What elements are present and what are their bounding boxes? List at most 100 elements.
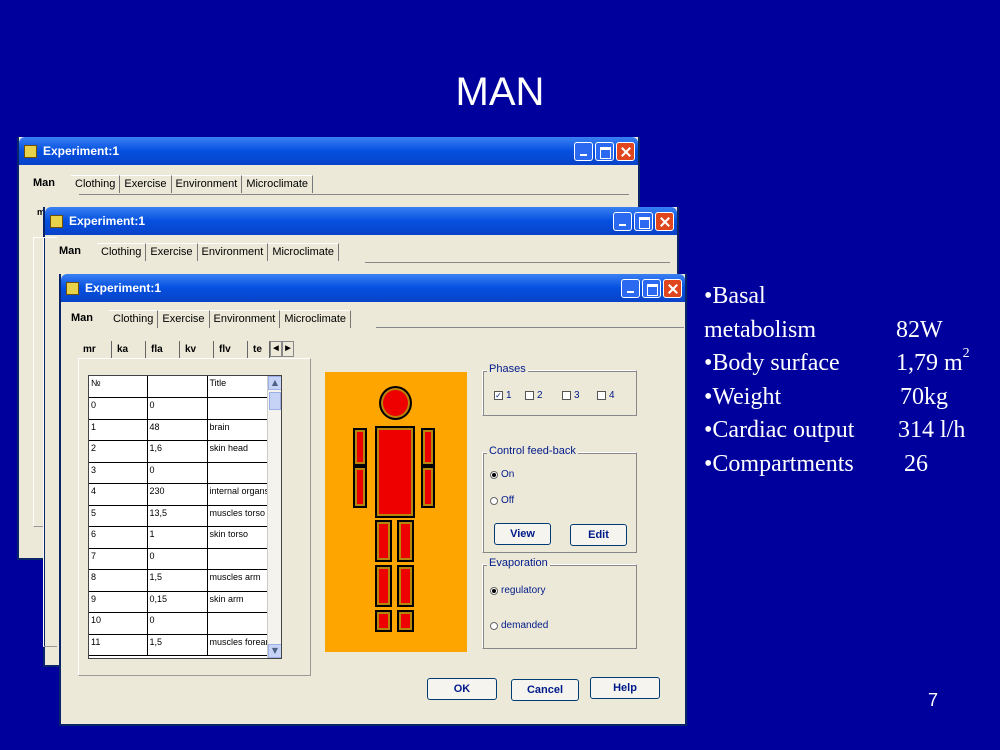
grid-header-cell[interactable]: Title: [207, 376, 268, 398]
phase-3-checkbox[interactable]: 3: [562, 390, 580, 401]
grid-cell[interactable]: 1: [147, 526, 208, 549]
body-part-head[interactable]: [379, 386, 412, 420]
body-part-right-thigh[interactable]: [397, 520, 414, 562]
body-part-left-thigh[interactable]: [375, 520, 392, 562]
grid-cell[interactable]: 13,5: [147, 505, 208, 527]
ok-button[interactable]: OK: [427, 678, 497, 700]
grid-cell[interactable]: 1,5: [147, 634, 208, 656]
grid-cell[interactable]: 0: [89, 397, 148, 420]
subtab-mr[interactable]: mr: [78, 341, 112, 358]
close-icon[interactable]: [616, 142, 635, 161]
evaporation-regulatory-radio[interactable]: regulatory: [490, 585, 545, 596]
title-bar[interactable]: Experiment:1: [61, 274, 685, 302]
subtab-flv[interactable]: flv: [214, 341, 248, 358]
grid-cell[interactable]: 1,5: [147, 569, 208, 592]
grid-cell[interactable]: muscles arm: [207, 569, 268, 592]
subtab-kv[interactable]: kv: [180, 341, 214, 358]
close-icon[interactable]: [663, 279, 682, 298]
tab-exercise[interactable]: Exercise: [158, 310, 210, 328]
tab-clothing[interactable]: Clothing: [97, 243, 147, 261]
scroll-down-icon[interactable]: ▼: [268, 644, 281, 658]
body-part-left-upper-arm[interactable]: [353, 428, 367, 466]
grid-cell[interactable]: muscles torso: [207, 505, 268, 527]
table-row[interactable]: 9 0,15 skin arm: [89, 591, 268, 613]
tab-scroll-left-icon[interactable]: ◀: [270, 341, 282, 357]
body-part-left-foot[interactable]: [375, 610, 392, 632]
grid-cell[interactable]: 9: [89, 591, 148, 613]
grid-cell[interactable]: 0: [147, 548, 208, 570]
grid-cell[interactable]: skin arm: [207, 591, 268, 613]
table-row[interactable]: 00: [89, 397, 268, 420]
grid-cell[interactable]: 230: [147, 483, 208, 506]
grid-cell[interactable]: 48: [147, 419, 208, 441]
body-part-right-upper-arm[interactable]: [421, 428, 435, 466]
cancel-button[interactable]: Cancel: [511, 679, 579, 701]
phase-2-checkbox[interactable]: 2: [525, 390, 543, 401]
grid-cell[interactable]: [207, 612, 268, 635]
feedback-off-radio[interactable]: Off: [490, 495, 514, 506]
tab-man[interactable]: Man: [27, 175, 71, 193]
tab-clothing[interactable]: Clothing: [109, 310, 159, 328]
evaporation-demanded-radio[interactable]: demanded: [490, 620, 548, 631]
maximize-icon[interactable]: [595, 142, 614, 161]
tab-microclimate[interactable]: Microclimate: [268, 243, 340, 261]
table-row[interactable]: 8 1,5 muscles arm: [89, 569, 268, 592]
body-part-torso[interactable]: [375, 426, 415, 518]
grid-cell[interactable]: 8: [89, 569, 148, 592]
minimize-icon[interactable]: [613, 212, 632, 231]
grid-header-cell[interactable]: [147, 376, 208, 398]
table-row[interactable]: 2 1,6 skin head: [89, 440, 268, 463]
grid-cell[interactable]: 0: [147, 397, 208, 420]
grid-cell[interactable]: brain: [207, 419, 268, 441]
subtab-te[interactable]: te: [248, 341, 270, 358]
grid-cell[interactable]: 7: [89, 548, 148, 570]
scroll-thumb[interactable]: [269, 392, 281, 410]
phase-1-checkbox[interactable]: ✓ 1: [494, 390, 512, 401]
body-part-left-forearm[interactable]: [353, 466, 367, 508]
close-icon[interactable]: [655, 212, 674, 231]
grid-cell[interactable]: 5: [89, 505, 148, 527]
subtab-fla[interactable]: fla: [146, 341, 180, 358]
grid-cell[interactable]: 2: [89, 440, 148, 463]
body-part-left-leg[interactable]: [375, 565, 392, 607]
minimize-icon[interactable]: [574, 142, 593, 161]
grid-cell[interactable]: 0: [147, 462, 208, 484]
edit-button[interactable]: Edit: [570, 524, 627, 546]
tab-microclimate[interactable]: Microclimate: [280, 310, 352, 328]
table-row[interactable]: 5 13,5 muscles torso: [89, 505, 268, 527]
table-row[interactable]: 6 1 skin torso: [89, 526, 268, 549]
grid-cell[interactable]: [207, 397, 268, 420]
grid-cell[interactable]: 1: [89, 419, 148, 441]
tab-microclimate[interactable]: Microclimate: [242, 175, 314, 193]
subtab-ka[interactable]: ka: [112, 341, 146, 358]
grid-cell[interactable]: [207, 548, 268, 570]
table-row[interactable]: 30: [89, 462, 268, 484]
grid-cell[interactable]: 3: [89, 462, 148, 484]
table-row[interactable]: 111,5muscles forearm: [89, 634, 268, 656]
grid-scrollbar[interactable]: ▲ ▼: [267, 376, 281, 658]
tab-environment[interactable]: Environment: [209, 310, 281, 328]
body-part-right-forearm[interactable]: [421, 466, 435, 508]
tab-exercise[interactable]: Exercise: [146, 243, 198, 261]
help-button[interactable]: Help: [590, 677, 660, 699]
tab-man[interactable]: Man: [65, 310, 109, 328]
grid-cell[interactable]: 4: [89, 483, 148, 506]
grid-cell[interactable]: muscles forearm: [207, 634, 268, 656]
tab-environment[interactable]: Environment: [171, 175, 243, 193]
grid-cell[interactable]: 0: [147, 612, 208, 635]
compartment-grid[interactable]: № Title 0 0 1 48 brain 2 1,6 skin head 3 0 4 230 inter…: [88, 375, 282, 659]
maximize-icon[interactable]: [634, 212, 653, 231]
maximize-icon[interactable]: [642, 279, 661, 298]
table-row[interactable]: 1 48 brain: [89, 419, 268, 441]
title-bar[interactable]: Experiment:1: [19, 137, 638, 165]
grid-cell[interactable]: 11: [89, 634, 148, 656]
body-part-right-leg[interactable]: [397, 565, 414, 607]
grid-cell[interactable]: 1,6: [147, 440, 208, 463]
tab-exercise[interactable]: Exercise: [120, 175, 172, 193]
grid-header-cell[interactable]: №: [89, 376, 148, 398]
grid-cell[interactable]: 6: [89, 526, 148, 549]
phase-4-checkbox[interactable]: 4: [597, 390, 615, 401]
minimize-icon[interactable]: [621, 279, 640, 298]
tab-environment[interactable]: Environment: [197, 243, 269, 261]
title-bar[interactable]: Experiment:1: [45, 207, 677, 235]
